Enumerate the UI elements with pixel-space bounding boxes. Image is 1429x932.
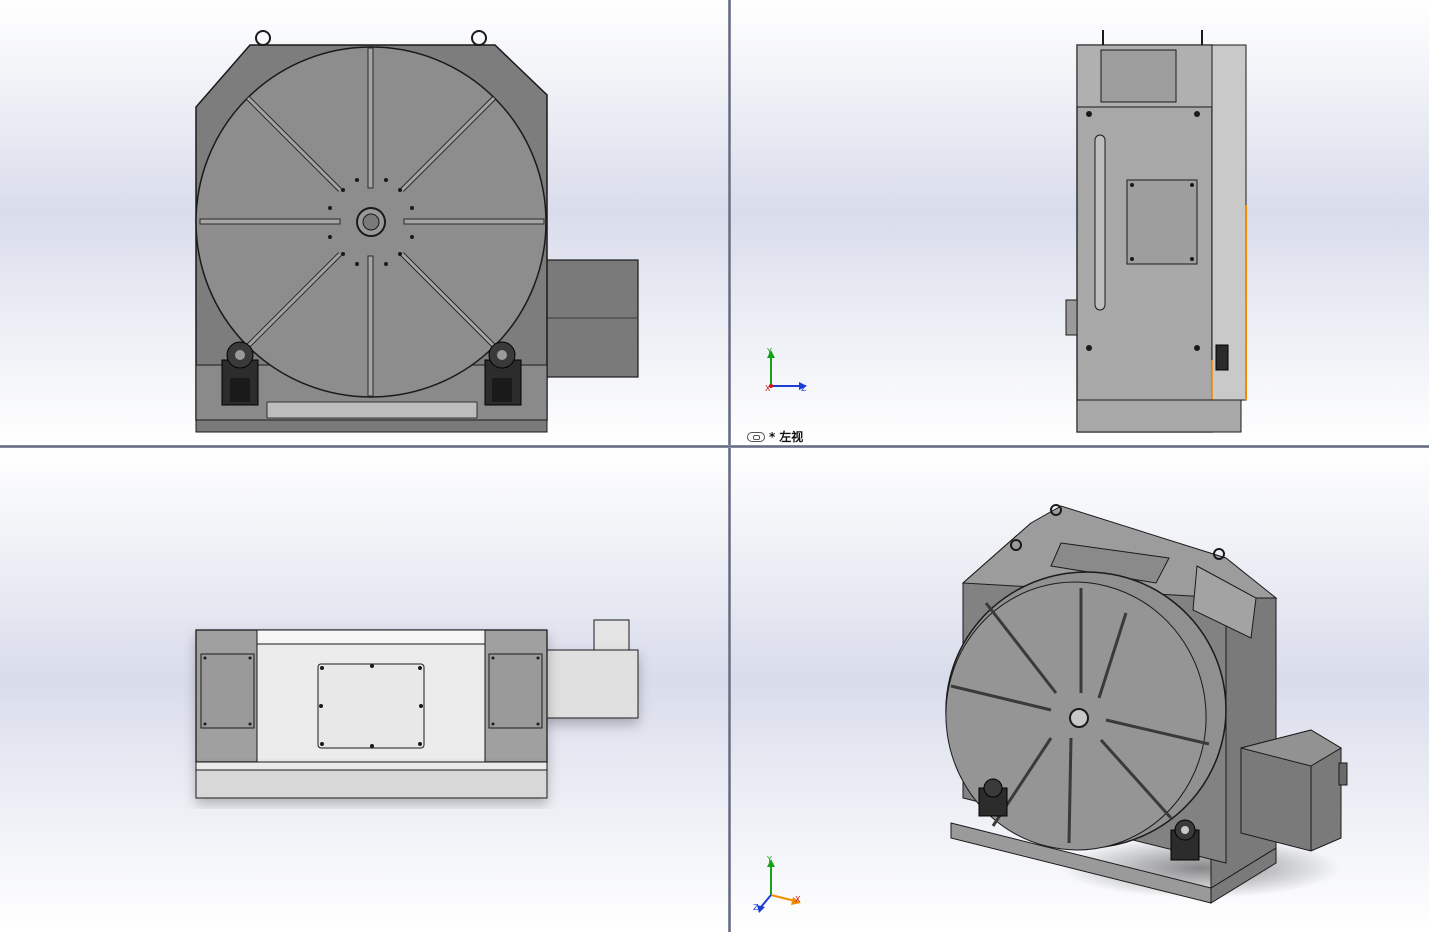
viewport-left[interactable]: Y X Z * 左视 xyxy=(731,0,1429,445)
clamp-block-left xyxy=(221,341,259,406)
svg-text:Z: Z xyxy=(753,903,759,912)
top-cover-plate xyxy=(1100,49,1177,103)
t-slot xyxy=(367,255,374,397)
svg-text:Y: Y xyxy=(766,347,772,356)
center-hub xyxy=(1069,708,1089,728)
viewport-top[interactable] xyxy=(0,448,728,932)
view-orientation-label[interactable]: * 左视 xyxy=(747,428,803,445)
t-slot xyxy=(199,218,341,225)
viewport-front[interactable] xyxy=(0,0,728,445)
lifting-eye-left xyxy=(255,30,271,46)
top-view-model xyxy=(195,619,639,799)
view-label-prefix: * xyxy=(769,429,776,444)
viewport-isometric[interactable]: Y X Z xyxy=(731,448,1429,932)
link-view-icon xyxy=(747,431,765,442)
axis-triad-iso xyxy=(757,859,801,913)
front-view-model xyxy=(195,30,639,433)
t-slot xyxy=(403,218,545,225)
isometric-view-model: Y X Z xyxy=(753,504,1348,913)
side-slot xyxy=(1094,134,1106,311)
viewport-divider-horizontal[interactable] xyxy=(0,445,1429,448)
svg-text:Y: Y xyxy=(766,855,772,864)
side-cover-plate xyxy=(1126,179,1198,265)
lifting-eye-right xyxy=(471,30,487,46)
svg-text:X: X xyxy=(795,895,801,904)
left-view-model: Y X Z xyxy=(765,30,1247,433)
t-slot xyxy=(367,47,374,189)
view-label-text: 左视 xyxy=(779,430,804,444)
top-cover-plate xyxy=(317,663,425,749)
svg-text:Z: Z xyxy=(801,384,807,393)
svg-text:X: X xyxy=(765,384,771,393)
viewport-divider-vertical[interactable] xyxy=(728,0,731,932)
base-plate xyxy=(195,419,548,433)
